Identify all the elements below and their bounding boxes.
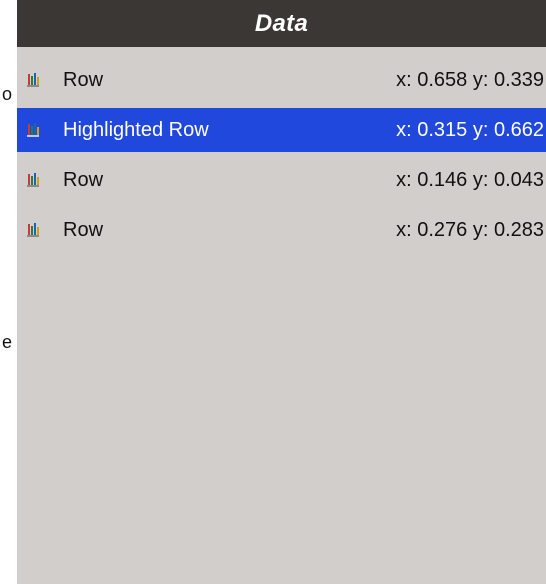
colored-markers-icon [27,222,39,238]
list-item[interactable]: Row x: 0.276 y: 0.283 [17,208,546,252]
edge-text-fragment-bottom: e [1,332,12,352]
panel-title: Data [254,9,309,37]
panel-header: Data [17,0,546,47]
row-coordinates: x: 0.315 y: 0.662 [396,118,544,141]
list-item[interactable]: Row x: 0.658 y: 0.339 [17,58,546,102]
row-label: Row [63,68,104,91]
list-item-highlighted[interactable]: Highlighted Row x: 0.315 y: 0.662 [17,108,546,152]
edge-text-fragment-top: o [1,84,12,104]
row-coordinates: x: 0.658 y: 0.339 [396,68,544,91]
row-coordinates: x: 0.276 y: 0.283 [396,218,544,241]
colored-markers-icon [27,172,39,188]
row-coordinates: x: 0.146 y: 0.043 [396,168,544,191]
data-panel: Data Row x: 0.658 y: 0.339 Highlighted R… [17,0,546,584]
row-label: Row [63,168,104,191]
list-item[interactable]: Row x: 0.146 y: 0.043 [17,158,546,202]
page: o e Data Row x: 0.658 y: 0.339 Highlight… [0,0,546,584]
colored-markers-icon [27,72,39,88]
row-label: Highlighted Row [63,118,209,141]
data-list: Row x: 0.658 y: 0.339 Highlighted Row x:… [17,47,546,252]
colored-markers-icon [27,122,39,138]
row-label: Row [63,218,104,241]
